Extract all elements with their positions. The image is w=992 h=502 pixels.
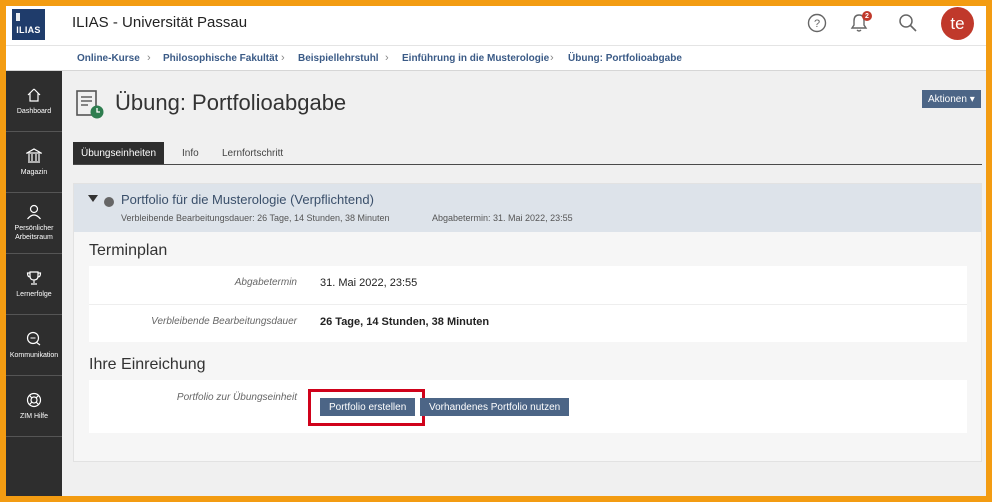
- lifebuoy-icon: [25, 392, 43, 408]
- deadline-label: Abgabetermin: [234, 277, 297, 288]
- sidebar-item-label: Dashboard: [16, 107, 52, 115]
- trophy-icon: [25, 270, 43, 286]
- breadcrumb-item-lehrstuhl[interactable]: Beispiellehrstuhl: [298, 53, 379, 64]
- breadcrumb-item-kurs[interactable]: Einführung in die Musterologie: [402, 53, 549, 64]
- actions-dropdown-button[interactable]: Aktionen ▾: [922, 90, 981, 108]
- sidebar-item-label: Kommunikation: [9, 351, 59, 359]
- sidebar-item-kommunikation[interactable]: Kommunikation: [6, 315, 62, 376]
- app-frame: ILIAS ILIAS - Universität Passau ? 2 te …: [6, 6, 986, 496]
- main-sidebar: Dashboard Magazin Persönlicher Arbeitsra…: [6, 71, 62, 496]
- search-icon[interactable]: [897, 12, 919, 34]
- tab-bar: Übungseinheiten Info Lernfortschritt: [73, 142, 982, 165]
- sidebar-item-lernerfolge[interactable]: Lernerfolge: [6, 254, 62, 315]
- user-icon: [25, 204, 43, 220]
- assignment-remaining: Verbleibende Bearbeitungsdauer: 26 Tage,…: [121, 213, 390, 223]
- breadcrumb-item-uebung[interactable]: Übung: Portfolioabgabe: [568, 53, 682, 64]
- ilias-logo[interactable]: ILIAS: [12, 9, 45, 40]
- breadcrumb-item-fakultaet[interactable]: Philosophische Fakultät: [163, 53, 278, 64]
- user-avatar[interactable]: te: [941, 7, 974, 40]
- tab-lernfortschritt[interactable]: Lernfortschritt: [214, 142, 291, 164]
- sidebar-item-zim-hilfe[interactable]: ZIM Hilfe: [6, 376, 62, 437]
- app-title[interactable]: ILIAS - Universität Passau: [72, 14, 247, 31]
- sidebar-item-dashboard[interactable]: Dashboard: [6, 71, 62, 132]
- help-icon[interactable]: ?: [806, 12, 828, 34]
- status-dot-icon: [104, 197, 114, 207]
- logo-text: ILIAS: [16, 25, 41, 35]
- remaining-label: Verbleibende Bearbeitungsdauer: [151, 316, 297, 327]
- chevron-right-icon: ›: [550, 52, 554, 64]
- assignment-deadline: Abgabetermin: 31. Mai 2022, 23:55: [432, 213, 573, 223]
- assignment-card: Portfolio für die Musterologie (Verpflic…: [73, 183, 982, 462]
- breadcrumb: Online-Kurse › Philosophische Fakultät ›…: [6, 46, 986, 71]
- sidebar-item-label: Lernerfolge: [16, 290, 52, 298]
- create-portfolio-button[interactable]: Portfolio erstellen: [320, 398, 416, 416]
- breadcrumb-item-online-kurse[interactable]: Online-Kurse: [77, 53, 140, 64]
- schedule-heading: Terminplan: [89, 242, 168, 259]
- library-icon: [25, 147, 43, 164]
- sidebar-item-arbeitsraum[interactable]: Persönlicher Arbeitsraum: [6, 193, 62, 254]
- page-title: Übung: Portfolioabgabe: [115, 90, 347, 115]
- chevron-right-icon: ›: [147, 52, 151, 64]
- svg-text:?: ?: [814, 18, 820, 30]
- chevron-right-icon: ›: [281, 52, 285, 64]
- submission-heading: Ihre Einreichung: [89, 356, 206, 373]
- schedule-panel: Abgabetermin 31. Mai 2022, 23:55 Verblei…: [89, 266, 967, 342]
- top-bar: ILIAS ILIAS - Universität Passau ? 2 te: [6, 6, 986, 46]
- remaining-value: 26 Tage, 14 Stunden, 38 Minuten: [320, 316, 490, 328]
- exercise-icon: [76, 90, 104, 120]
- main-content: Übung: Portfolioabgabe Aktionen ▾ Übungs…: [62, 71, 986, 496]
- tab-uebungseinheiten[interactable]: Übungseinheiten: [73, 142, 165, 164]
- submission-label: Portfolio zur Übungseinheit: [176, 392, 297, 403]
- tab-info[interactable]: Info: [174, 142, 207, 164]
- submission-panel: Portfolio zur Übungseinheit Portfolio er…: [89, 380, 967, 433]
- row-divider: [89, 304, 967, 305]
- dashboard-icon: [25, 87, 43, 103]
- deadline-value: 31. Mai 2022, 23:55: [320, 277, 418, 289]
- assignment-header[interactable]: Portfolio für die Musterologie (Verpflic…: [74, 184, 981, 232]
- sidebar-item-magazin[interactable]: Magazin: [6, 132, 62, 193]
- use-existing-portfolio-button[interactable]: Vorhandenes Portfolio nutzen: [420, 398, 570, 416]
- sidebar-item-label: ZIM Hilfe: [20, 412, 48, 420]
- chat-icon: [25, 331, 43, 347]
- assignment-title[interactable]: Portfolio für die Musterologie (Verpflic…: [121, 192, 374, 207]
- chevron-right-icon: ›: [385, 52, 389, 64]
- sidebar-item-label: Persönlicher Arbeitsraum: [14, 225, 54, 241]
- sidebar-item-label: Magazin: [20, 168, 48, 176]
- collapse-toggle-icon[interactable]: [88, 195, 98, 202]
- bell-icon[interactable]: 2: [848, 11, 872, 34]
- notification-badge: 2: [862, 11, 872, 21]
